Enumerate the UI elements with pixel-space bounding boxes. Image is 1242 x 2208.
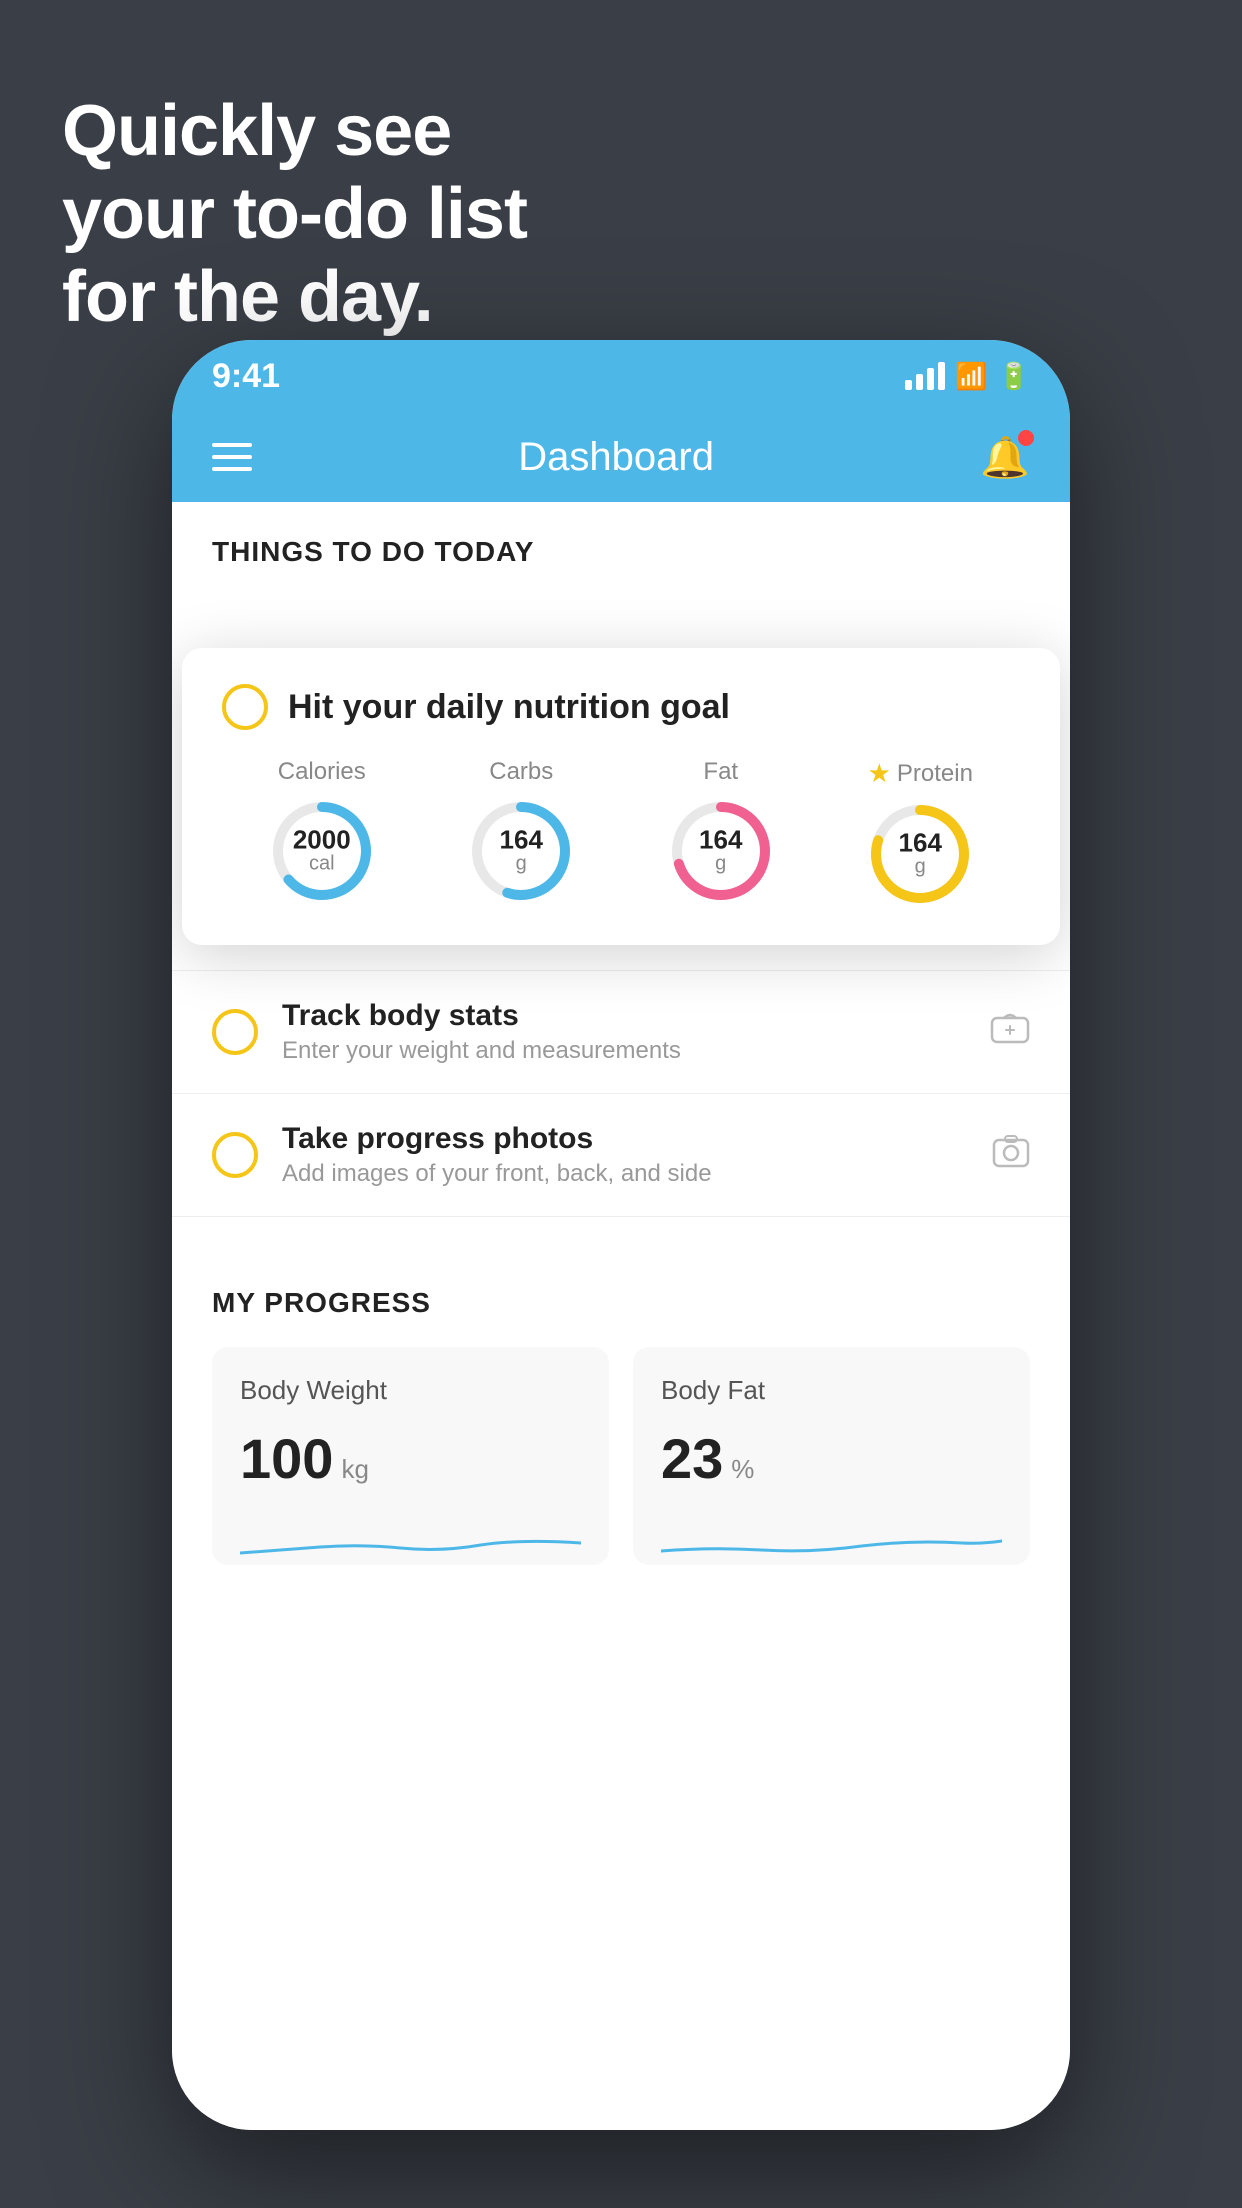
hero-line3: for the day. [62, 256, 527, 339]
protein-value: 164 g [899, 830, 942, 879]
body-weight-title: Body Weight [240, 1375, 581, 1406]
nav-bar: Dashboard 🔔 [172, 412, 1070, 502]
notification-badge [1018, 430, 1034, 446]
status-bar: 9:41 📶 🔋 [172, 340, 1070, 412]
todo-radio-body-stats[interactable] [212, 1009, 258, 1055]
body-weight-card[interactable]: Body Weight 100 kg [212, 1347, 609, 1565]
progress-section: MY PROGRESS Body Weight 100 kg [172, 1247, 1070, 1565]
nutrition-carbs: Carbs 164 g [466, 758, 576, 906]
nav-title: Dashboard [518, 435, 714, 480]
todo-radio-photos[interactable] [212, 1132, 258, 1178]
battery-icon: 🔋 [998, 361, 1030, 392]
nutrition-fat: Fat 164 g [666, 758, 776, 906]
protein-label: ★ Protein [868, 758, 973, 789]
fat-label: Fat [703, 758, 738, 786]
body-weight-unit: kg [341, 1454, 368, 1485]
wifi-icon: 📶 [955, 361, 987, 392]
hero-text: Quickly see your to-do list for the day. [62, 90, 527, 338]
app-content: THINGS TO DO TODAY Hit your daily nutrit… [172, 502, 1070, 2130]
calories-label: Calories [278, 758, 366, 786]
body-fat-value: 23 [661, 1426, 723, 1491]
photo-icon [992, 1134, 1030, 1177]
calories-value: 2000 cal [293, 827, 351, 876]
nutrition-card: Hit your daily nutrition goal Calories [182, 648, 1060, 945]
body-fat-card[interactable]: Body Fat 23 % [633, 1347, 1030, 1565]
hamburger-icon[interactable] [212, 443, 252, 471]
carbs-value: 164 g [500, 827, 543, 876]
nutrition-protein: ★ Protein 164 g [865, 758, 975, 909]
scale-icon [990, 1010, 1030, 1055]
calories-donut: 2000 cal [267, 796, 377, 906]
nutrition-card-title: Hit your daily nutrition goal [288, 688, 730, 727]
todo-item-photos[interactable]: Take progress photos Add images of your … [172, 1094, 1070, 1217]
body-fat-value-row: 23 % [661, 1426, 1002, 1491]
star-icon: ★ [868, 758, 891, 789]
phone-frame: 9:41 📶 🔋 Dashboard 🔔 THINGS TO DO TOD [172, 340, 1070, 2130]
nutrition-title-row: Hit your daily nutrition goal [222, 684, 1020, 730]
carbs-label: Carbs [489, 758, 553, 786]
body-fat-unit: % [731, 1454, 754, 1485]
todo-subtitle-body-stats: Enter your weight and measurements [282, 1037, 966, 1065]
nutrition-radio[interactable] [222, 684, 268, 730]
todo-subtitle-photos: Add images of your front, back, and side [282, 1160, 968, 1188]
notification-button[interactable]: 🔔 [980, 434, 1030, 481]
todo-item-body-stats[interactable]: Track body stats Enter your weight and m… [172, 971, 1070, 1094]
progress-cards: Body Weight 100 kg Body Fat 23 [212, 1347, 1030, 1565]
status-icons: 📶 🔋 [905, 361, 1030, 392]
body-fat-sparkline [661, 1515, 1002, 1565]
nutrition-calories: Calories 2000 cal [267, 758, 377, 906]
progress-header: MY PROGRESS [212, 1287, 1030, 1319]
todo-title-photos: Take progress photos [282, 1122, 968, 1156]
status-time: 9:41 [212, 357, 280, 396]
body-fat-title: Body Fat [661, 1375, 1002, 1406]
fat-value: 164 g [699, 827, 742, 876]
things-today-header: THINGS TO DO TODAY [172, 502, 1070, 588]
body-weight-value-row: 100 kg [240, 1426, 581, 1491]
signal-icon [905, 362, 945, 390]
hero-line2: your to-do list [62, 173, 527, 256]
hero-line1: Quickly see [62, 90, 527, 173]
fat-donut: 164 g [666, 796, 776, 906]
nutrition-circles-row: Calories 2000 cal [222, 758, 1020, 909]
todo-title-body-stats: Track body stats [282, 999, 966, 1033]
body-weight-sparkline [240, 1515, 581, 1565]
protein-donut: 164 g [865, 799, 975, 909]
body-weight-value: 100 [240, 1426, 333, 1491]
carbs-donut: 164 g [466, 796, 576, 906]
